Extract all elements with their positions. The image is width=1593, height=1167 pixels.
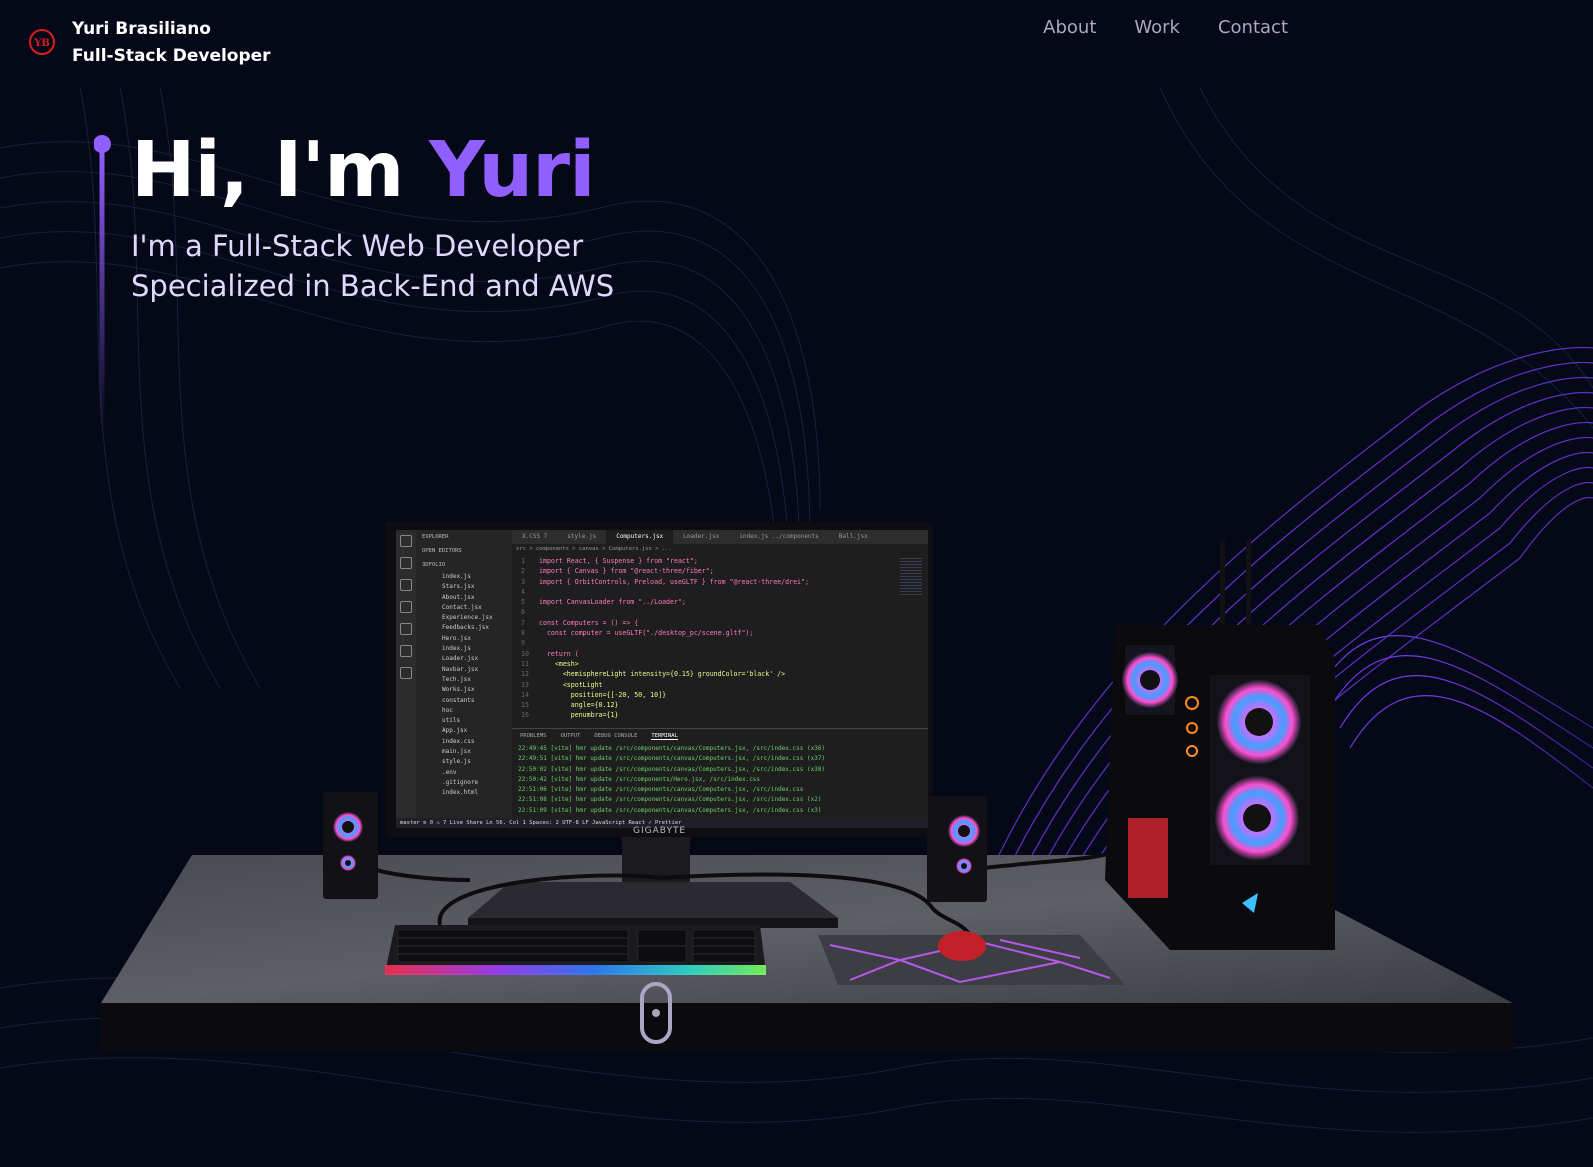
explorer-file: Navbar.jsx bbox=[442, 665, 479, 673]
code-line: 8 const computer = useGLTF("./desktop_pc… bbox=[521, 629, 754, 638]
code-line: 14 position={[-20, 50, 10]} bbox=[521, 690, 667, 699]
timeline-icon bbox=[400, 667, 412, 679]
code-line: 10 return ( bbox=[521, 649, 579, 658]
explorer-file: About.jsx bbox=[442, 593, 475, 601]
editor-breadcrumb: src > components > canvas > Computers.js… bbox=[516, 546, 672, 552]
explorer-open-editors: OPEN EDITORS bbox=[422, 548, 462, 554]
explorer-project: 3DFOLIO bbox=[422, 562, 446, 568]
editor-panel: PROBLEMS OUTPUT DEBUG CONSOLE TERMINAL 22:4… bbox=[512, 728, 928, 819]
run-debug-icon bbox=[400, 601, 412, 613]
explorer-file: Works.jsx bbox=[442, 686, 475, 694]
code-line: 13 <spotLight bbox=[521, 680, 603, 689]
code-line: 15 angle={0.12} bbox=[521, 701, 619, 710]
editor-minimap bbox=[900, 558, 922, 596]
panel-tab: PROBLEMS bbox=[520, 733, 547, 739]
explorer-file: Contact.jsx bbox=[442, 603, 482, 611]
right-speaker bbox=[927, 796, 987, 902]
keyboard bbox=[385, 925, 766, 975]
explorer-file: index.css bbox=[442, 737, 475, 745]
code-line: 11 <mesh> bbox=[521, 659, 579, 668]
remote-icon bbox=[400, 645, 412, 657]
explorer-file: .gitignore bbox=[442, 778, 479, 786]
editor-tabs: X.CSS 7 style.js Computers.jsx Loader.jsx in… bbox=[512, 530, 928, 544]
brand-role: Full-Stack Developer bbox=[72, 46, 271, 66]
panel-tab: DEBUG CONSOLE bbox=[594, 733, 638, 739]
explorer-file: Hero.jsx bbox=[442, 634, 471, 642]
nav-link-contact[interactable]: Contact bbox=[1218, 17, 1288, 38]
nav-links: About Work Contact bbox=[1043, 17, 1288, 38]
mouse bbox=[938, 931, 986, 961]
explorer-file: index.html bbox=[442, 789, 479, 797]
explorer-file: index.js bbox=[442, 645, 471, 653]
editor-tab: X.CSS 7 bbox=[522, 533, 548, 540]
code-line: 16 penumbra={1} bbox=[521, 711, 619, 720]
editor-tab: style.js bbox=[567, 533, 597, 540]
code-line: 5 import CanvasLoader from "../Loader"; bbox=[521, 598, 686, 607]
editor-code: 1 import React, { Suspense } from "react"… bbox=[521, 556, 911, 721]
code-line: 6 bbox=[521, 608, 525, 617]
explorer-file: main.jsx bbox=[442, 748, 471, 756]
code-line: 4 bbox=[521, 587, 525, 596]
editor-explorer: EXPLORER OPEN EDITORS 3DFOLIO index.js St… bbox=[416, 530, 512, 818]
left-speaker bbox=[323, 792, 378, 899]
scroll-down-indicator[interactable] bbox=[640, 982, 672, 1044]
files-icon bbox=[400, 535, 412, 547]
search-icon bbox=[400, 557, 412, 569]
editor-tab: Ball.jsx bbox=[838, 533, 868, 540]
terminal-line: 22:51:09 [vite] hmr update /src/componen… bbox=[518, 806, 822, 814]
explorer-file: App.jsx bbox=[442, 727, 468, 735]
explorer-file: .env bbox=[442, 768, 457, 776]
brand-name: Yuri Brasiliano bbox=[72, 19, 211, 39]
explorer-file: index.js bbox=[442, 573, 471, 580]
logo-icon[interactable]: YB bbox=[26, 26, 58, 58]
pc-tower bbox=[1105, 540, 1335, 950]
explorer-file: hoc bbox=[442, 706, 453, 714]
source-control-icon bbox=[400, 579, 412, 591]
code-line: 7 const Computers = () => { bbox=[521, 618, 639, 627]
terminal-line: 22:49:45 [vite] hmr update /src/componen… bbox=[518, 745, 826, 752]
navbar: YB Yuri Brasiliano Full-Stack Developer … bbox=[0, 0, 1593, 86]
code-line: 9 bbox=[521, 639, 525, 648]
editor-tab: Loader.jsx bbox=[683, 533, 720, 540]
explorer-file: Loader.jsx bbox=[442, 655, 479, 663]
monitor-brand-label: GIGABYTE bbox=[633, 826, 687, 836]
terminal-line: 22:50:42 [vite] hmr update /src/componen… bbox=[518, 775, 761, 783]
monitor-screen: EXPLORER OPEN EDITORS 3DFOLIO index.js St… bbox=[396, 530, 928, 828]
explorer-file: Stars.jsx bbox=[442, 583, 475, 591]
explorer-file: constants bbox=[442, 696, 475, 704]
extensions-icon bbox=[400, 623, 412, 635]
logo-text: YB bbox=[33, 38, 50, 49]
code-line: 12 <hemisphereLight intensity={0.15} gro… bbox=[521, 670, 786, 679]
editor-activity-bar bbox=[396, 530, 416, 818]
terminal-line: 22:49:51 [vite] hmr update /src/componen… bbox=[518, 755, 826, 763]
nav-link-work[interactable]: Work bbox=[1134, 17, 1180, 38]
code-line: 2 import { Canvas } from "@react-three/fi… bbox=[521, 567, 714, 576]
explorer-title: EXPLORER bbox=[422, 534, 449, 540]
editor-tab: Computers.jsx bbox=[606, 530, 674, 544]
editor-tab: index.js ../components bbox=[739, 533, 819, 540]
nav-link-about[interactable]: About bbox=[1043, 17, 1096, 38]
explorer-file: utils bbox=[442, 717, 461, 725]
explorer-file-list: index.js Stars.jsx About.jsx Contact.jsx Exp… bbox=[416, 572, 512, 799]
explorer-file: style.js bbox=[442, 758, 471, 766]
panel-tab: OUTPUT bbox=[560, 733, 581, 739]
code-line: 1 import React, { Suspense } from "react"… bbox=[521, 557, 698, 565]
explorer-file: Feedbacks.jsx bbox=[442, 624, 489, 632]
scroll-dot bbox=[652, 1009, 660, 1017]
brand[interactable]: Yuri Brasiliano Full-Stack Developer bbox=[72, 16, 271, 70]
terminal-line: 22:50:02 [vite] hmr update /src/componen… bbox=[518, 765, 826, 773]
code-line: 3 import { OrbitControls, Preload, useGLT… bbox=[521, 577, 809, 586]
terminal-output: 22:49:45 [vite] hmr update /src/componen… bbox=[512, 744, 928, 816]
terminal-line: 22:51:08 [vite] hmr update /src/componen… bbox=[518, 796, 822, 804]
explorer-file: Tech.jsx bbox=[442, 675, 471, 683]
panel-tabs: PROBLEMS OUTPUT DEBUG CONSOLE TERMINAL bbox=[512, 729, 928, 744]
explorer-file: Experience.jsx bbox=[442, 614, 493, 622]
panel-tab: TERMINAL bbox=[651, 733, 678, 740]
terminal-line: 22:51:06 [vite] hmr update /src/componen… bbox=[518, 786, 804, 794]
